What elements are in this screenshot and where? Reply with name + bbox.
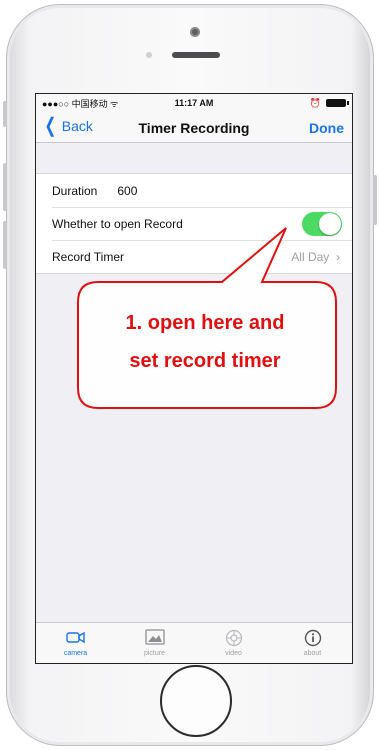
duration-row[interactable]: Duration 600 [36,174,352,207]
volume-up-button [3,163,7,211]
record-timer-value-text: All Day [291,250,330,264]
done-button[interactable]: Done [309,120,344,136]
tab-camera[interactable]: camera [36,623,115,663]
tab-bar: camera picture video about [36,622,352,663]
volume-down-button [3,221,7,269]
tab-picture[interactable]: picture [115,623,194,663]
duration-value[interactable]: 600 [117,184,137,198]
tab-camera-label: camera [63,650,88,657]
front-camera [190,27,200,37]
tab-about-label: about [303,650,322,657]
home-button[interactable] [160,665,232,737]
info-icon [304,629,322,649]
mute-switch [3,101,7,127]
tab-video[interactable]: video [194,623,273,663]
earpiece-speaker [172,52,220,58]
duration-label: Duration [52,183,98,198]
camera-icon [65,629,86,649]
navigation-bar: ❮ Back Timer Recording Done [36,112,352,143]
proximity-sensor [146,52,152,58]
annotation-line-2: set record timer [129,350,281,372]
battery-icon [326,99,349,107]
tab-video-label: video [225,650,242,657]
picture-icon [144,629,165,649]
video-icon [225,629,243,649]
record-timer-value: All Day › [291,250,340,264]
tab-about[interactable]: about [273,623,352,663]
tab-picture-label: picture [143,650,165,657]
app-screen: ●●●○○ 中国移动 ᯤ 11:17 AM ⏰ ❮ Back Timer Rec… [35,93,353,664]
chevron-right-icon: › [332,250,340,264]
record-timer-label: Record Timer [52,249,125,264]
toggle-knob [319,213,341,235]
open-record-label: Whether to open Record [52,216,183,231]
page-title: Timer Recording [138,120,250,136]
open-record-toggle[interactable] [302,212,342,236]
settings-list: Duration 600 Whether to open Record Reco… [36,173,352,274]
power-button [373,175,377,225]
status-time: 11:17 AM [174,98,214,108]
record-timer-row[interactable]: Record Timer All Day › [36,240,352,273]
status-bar: ●●●○○ 中国移动 ᯤ 11:17 AM ⏰ [36,94,352,112]
open-record-row: Whether to open Record [36,207,352,240]
annotation-line-1: 1. open here and [125,312,285,334]
